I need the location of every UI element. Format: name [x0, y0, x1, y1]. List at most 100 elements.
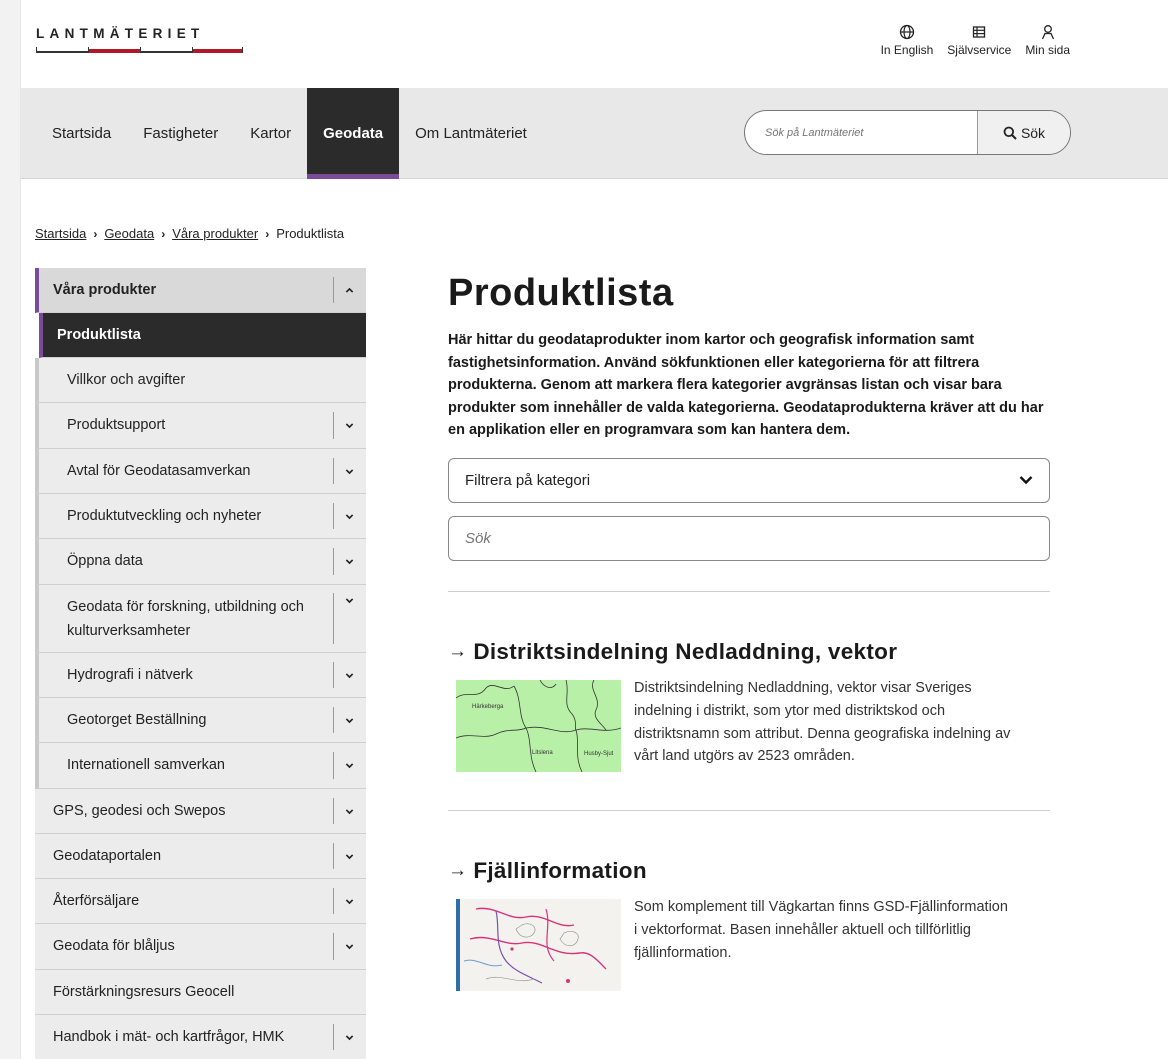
chevron-up-icon [345, 287, 354, 293]
sjalvservice-link[interactable]: Självservice [947, 24, 1011, 57]
sidebar-item-geodataportalen[interactable]: Geodataportalen [35, 834, 366, 879]
chevron-down-icon [345, 1034, 354, 1040]
sidebar-item-produktsupport[interactable]: Produktsupport [35, 403, 366, 449]
expand-toggle[interactable] [333, 449, 366, 493]
sidebar-item-aterforsaljare[interactable]: Återförsäljare [35, 879, 366, 924]
expand-toggle[interactable] [333, 698, 366, 742]
site-search-input[interactable] [745, 111, 977, 154]
sidebar-item-handbok-hmk[interactable]: Handbok i mät- och kartfrågor, HMK [35, 1015, 366, 1059]
chevron-down-icon [345, 808, 354, 814]
globe-icon [899, 24, 915, 40]
sidebar-item-internationell-samverkan[interactable]: Internationell samverkan [35, 743, 366, 789]
product-description: Distriktsindelning Nedladdning, vektor v… [634, 679, 1011, 765]
breadcrumb-startsida[interactable]: Startsida [35, 226, 86, 241]
product-body: Härkeberga Litslena Husby-Sjut Distrikts… [448, 677, 1050, 772]
chevron-down-icon [345, 423, 354, 429]
breadcrumb-separator-icon: › [93, 226, 98, 241]
expand-toggle[interactable] [333, 539, 366, 584]
product-description: Som komplement till Vägkartan finns GSD-… [634, 898, 1008, 961]
search-icon [1003, 126, 1017, 140]
product-title-link[interactable]: → Distriktsindelning Nedladdning, vektor [448, 639, 1050, 665]
district-map-thumbnail[interactable]: Härkeberga Litslena Husby-Sjut [456, 679, 621, 772]
sidebar-item-geotorget-bestallning[interactable]: Geotorget Beställning [35, 698, 366, 743]
expand-toggle[interactable] [333, 403, 366, 448]
sidebar-item-label: GPS, geodesi och Swepos [53, 802, 226, 819]
sidebar-item-forstarkningsresurs-geocell[interactable]: Förstärkningsresurs Geocell [35, 970, 366, 1015]
sidebar-item-label: Hydrografi i nätverk [67, 666, 193, 683]
expand-toggle[interactable] [333, 1015, 366, 1059]
sidebar-item-avtal-for-geodatasamverkan[interactable]: Avtal för Geodatasamverkan [35, 449, 366, 494]
sidebar-item-villkor-och-avgifter[interactable]: Villkor och avgifter [35, 358, 366, 403]
collapse-toggle[interactable] [333, 268, 366, 312]
sidebar-item-geodata-for-forskning[interactable]: Geodata för forskning, utbildning och ku… [35, 585, 366, 653]
chevron-down-icon [345, 468, 354, 474]
chevron-down-icon [345, 513, 354, 519]
map-label: Husby-Sjut [584, 751, 614, 757]
product-search-input[interactable] [465, 529, 1033, 547]
nav-kartor[interactable]: Kartor [234, 88, 307, 179]
breadcrumb-geodata[interactable]: Geodata [104, 226, 154, 241]
product-title: Distriktsindelning Nedladdning, vektor [473, 638, 898, 664]
nav-om-lantmateriet[interactable]: Om Lantmäteriet [399, 88, 543, 179]
chevron-down-icon [345, 717, 354, 723]
expand-toggle[interactable] [333, 879, 366, 923]
sidebar-item-label: Avtal för Geodatasamverkan [67, 462, 251, 479]
chevron-down-icon [345, 853, 354, 859]
site-header: LANTMÄTERIET In English Självservice Min… [21, 0, 1168, 88]
sidebar-item-label: Förstärkningsresurs Geocell [53, 983, 235, 1000]
min-sida-link[interactable]: Min sida [1025, 24, 1070, 57]
in-english-label: In English [880, 43, 934, 57]
product-item: → Fjällinformation Som komplement till V… [448, 858, 1050, 991]
expand-toggle[interactable] [333, 585, 366, 652]
site-search: Sök [744, 110, 1071, 155]
intro-text: Här hittar du geodataprodukter inom kart… [448, 332, 1044, 439]
sidebar-item-geodata-for-blaljus[interactable]: Geodata för blåljus [35, 924, 366, 970]
expand-toggle[interactable] [333, 834, 366, 878]
sidebar-item-gps-geodesi-swepos[interactable]: GPS, geodesi och Swepos [35, 789, 366, 834]
sidebar-item-hydrografi-i-natverk[interactable]: Hydrografi i nätverk [35, 653, 366, 698]
breadcrumb-vara-produkter[interactable]: Våra produkter [172, 226, 258, 241]
category-filter-dropdown[interactable]: Filtrera på kategori [448, 457, 1050, 503]
chevron-down-icon [345, 559, 354, 565]
product-title-link[interactable]: → Fjällinformation [448, 858, 1050, 884]
nav-startsida[interactable]: Startsida [36, 88, 127, 179]
sidebar-item-vara-produkter[interactable]: Våra produkter [35, 268, 366, 313]
product-search-field[interactable] [448, 515, 1050, 561]
nav-geodata[interactable]: Geodata [307, 88, 400, 179]
map-label: Härkeberga [472, 704, 504, 710]
sidebar-item-label: Internationell samverkan [67, 757, 225, 773]
arrow-right-icon: → [448, 640, 468, 662]
min-sida-label: Min sida [1025, 43, 1070, 57]
nav-fastigheter[interactable]: Fastigheter [127, 88, 234, 179]
breadcrumb-current: Produktlista [276, 226, 345, 241]
expand-toggle[interactable] [333, 743, 366, 788]
utility-links: In English Självservice Min sida [881, 24, 1070, 57]
expand-toggle[interactable] [333, 789, 366, 833]
sidebar-item-oppna-data[interactable]: Öppna data [35, 539, 366, 585]
list-icon [973, 26, 986, 38]
nav-links: Startsida Fastigheter Kartor Geodata Om … [36, 88, 543, 179]
sidebar-item-produktutveckling-och-nyheter[interactable]: Produktutveckling och nyheter [35, 494, 366, 539]
site-search-button[interactable]: Sök [977, 111, 1070, 154]
sidebar-item-label: Geotorget Beställning [67, 711, 207, 728]
sidebar-item-label: Produktutveckling och nyheter [67, 507, 262, 524]
sidebar-item-label: Öppna data [67, 553, 143, 569]
expand-toggle[interactable] [333, 653, 366, 697]
chevron-down-icon [345, 672, 354, 678]
expand-toggle[interactable] [333, 924, 366, 969]
mountain-map-thumbnail[interactable] [456, 898, 621, 991]
divider [448, 590, 1050, 592]
sidebar-item-label: Villkor och avgifter [67, 371, 186, 388]
sidebar-item-label: Geodataportalen [53, 847, 162, 864]
in-english-link[interactable]: In English [880, 24, 934, 57]
sidebar-item-label: Geodata för forskning, utbildning och ku… [67, 598, 304, 639]
breadcrumb: Startsida › Geodata › Våra produkter › P… [35, 226, 344, 241]
logo-text: LANTMÄTERIET [36, 26, 205, 41]
lantmateriet-logo[interactable]: LANTMÄTERIET [36, 26, 243, 53]
arrow-right-icon: → [448, 859, 468, 881]
expand-toggle[interactable] [333, 494, 366, 538]
page: LANTMÄTERIET In English Självservice Min… [20, 0, 1168, 1059]
category-filter-label: Filtrera på kategori [465, 471, 591, 489]
product-title: Fjällinformation [473, 857, 647, 883]
sidebar-item-produktlista[interactable]: Produktlista [39, 313, 366, 358]
